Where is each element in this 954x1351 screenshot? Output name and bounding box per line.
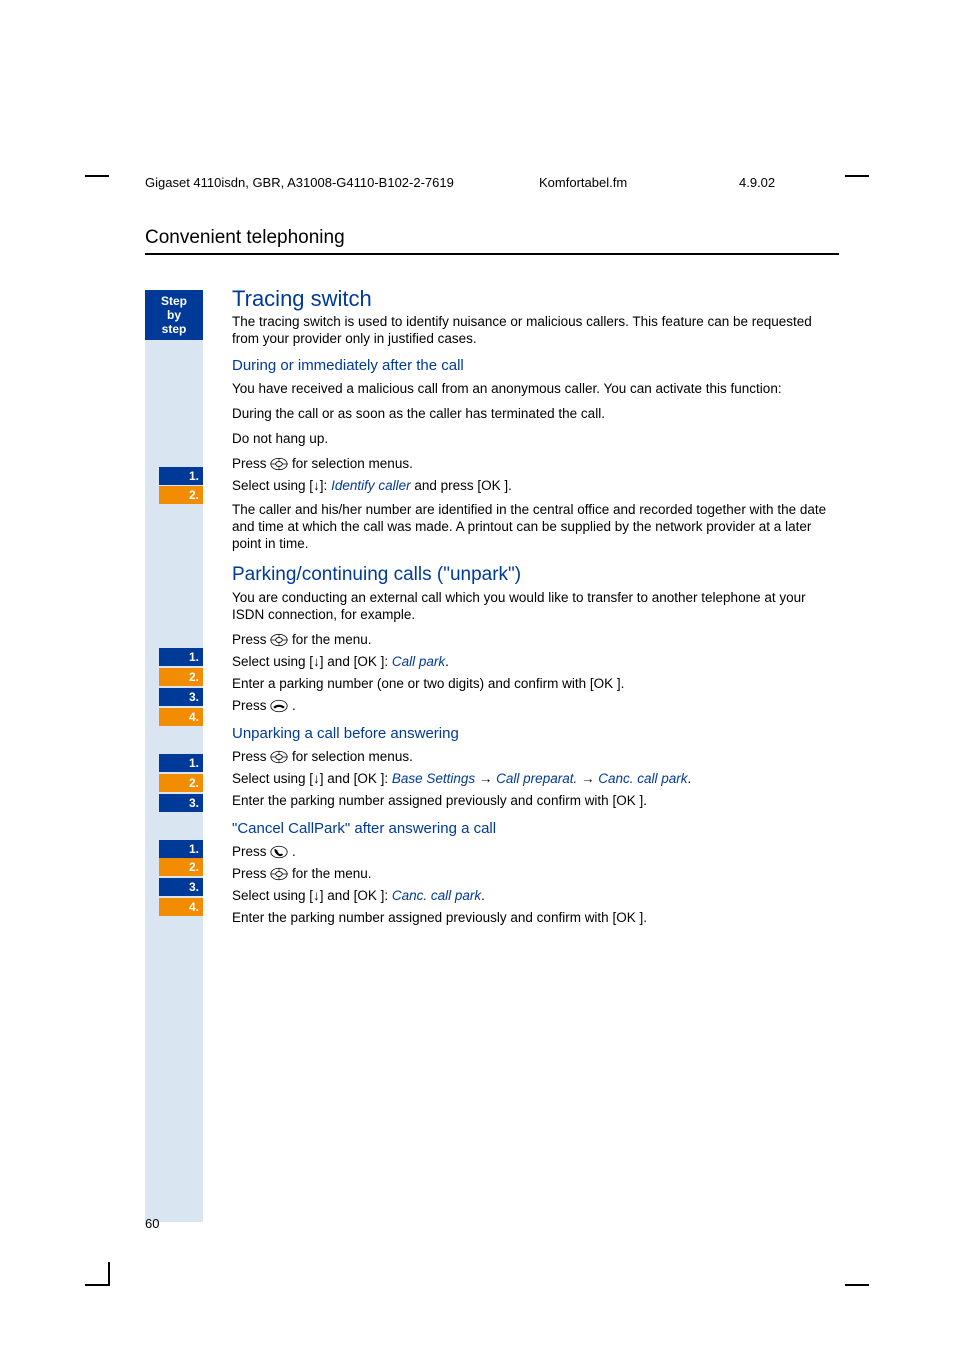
step-number-badge: 1. [159,467,203,485]
menu-item-label: Base Settings [392,771,475,786]
step-number-badge: 4. [159,708,203,726]
step-line: Press . [232,697,839,715]
header-filename: Komfortabel.fm [539,175,739,190]
heading-tracing-switch: Tracing switch [232,290,839,307]
text: Press [232,844,270,859]
arrow-down-icon: ↓ [313,654,320,669]
paragraph: The tracing switch is used to identify n… [232,313,839,347]
step-badge-line: step [145,322,203,336]
arrow-down-icon: ↓ [313,478,320,493]
step-badge-line: by [145,308,203,322]
text: . [288,698,296,713]
paragraph: During the call or as soon as the caller… [232,405,839,422]
nav-button-icon [270,633,288,647]
call-button-icon [270,845,288,859]
step-number-badge: 1. [159,754,203,772]
step-number-badge: 3. [159,794,203,812]
text: Select using [ [232,654,313,669]
text: Select using [ [232,478,313,493]
step-line: Enter the parking number assigned previo… [232,909,839,927]
text: . [288,844,296,859]
step-number-badge: 1. [159,840,203,858]
step-number-badge: 1. [159,648,203,666]
step-by-step-badge: Step by step [145,290,203,340]
text: Select using [ [232,771,313,786]
text: . [445,654,449,669]
text: for the menu. [288,632,371,647]
step-line: Press for selection menus. [232,748,839,766]
text: for the menu. [288,866,371,881]
text: → [577,771,598,786]
step-number-badge: 4. [159,898,203,916]
step-line: Enter the parking number assigned previo… [232,792,839,810]
step-line: Select using [↓] and [OK ]: Canc. call p… [232,887,839,905]
crop-mark [85,1284,109,1286]
text: Press [232,456,270,471]
menu-item-label: Canc. call park [598,771,687,786]
text: ] and [OK ]: [320,771,392,786]
step-number-badge: 2. [159,668,203,686]
step-line: Select using [↓] and [OK ]: Call park. [232,653,839,671]
subheading: Unparking a call before answering [232,725,839,742]
subheading: "Cancel CallPark" after answering a call [232,820,839,837]
sidebar: Step by step 1. 2. 1. 2. 3. 4. 1. 2. 3. … [145,290,203,1222]
nav-button-icon [270,750,288,764]
step-number-badge: 3. [159,688,203,706]
main-content: Tracing switch The tracing switch is use… [232,290,839,931]
paragraph: You have received a malicious call from … [232,380,839,397]
step-line: Press for the menu. [232,631,839,649]
step-number-badge: 2. [159,858,203,876]
crop-mark [845,1284,869,1286]
text: Press [232,698,270,713]
crop-mark [85,175,109,177]
step-number-badge: 2. [159,486,203,504]
menu-item-label: Call park [392,654,445,669]
text: ]: [320,478,331,493]
arrow-down-icon: ↓ [313,771,320,786]
step-badge-line: Step [145,294,203,308]
hangup-button-icon [270,699,288,713]
menu-item-label: Call preparat. [496,771,577,786]
step-number-badge: 3. [159,878,203,896]
crop-mark [845,175,869,177]
text: Select using [ [232,888,313,903]
text: and press [OK ]. [411,478,512,493]
arrow-down-icon: ↓ [313,888,320,903]
step-line: Select using [↓]: Identify caller and pr… [232,477,839,495]
page-header: Gigaset 4110isdn, GBR, A31008-G4110-B102… [145,175,839,190]
nav-button-icon [270,867,288,881]
text: Press [232,866,270,881]
text: . [481,888,485,903]
crop-mark [108,1262,110,1286]
paragraph: Do not hang up. [232,430,839,447]
page-number: 60 [145,1216,159,1231]
text: for selection menus. [288,456,413,471]
step-line: Press for the menu. [232,865,839,883]
subheading: During or immediately after the call [232,357,839,374]
heading-parking: Parking/continuing calls ("unpark") [232,566,839,583]
step-line: Press for selection menus. [232,455,839,473]
text: . [688,771,692,786]
paragraph: The caller and his/her number are identi… [232,501,839,552]
text: for selection menus. [288,749,413,764]
menu-item-label: Canc. call park [392,888,481,903]
step-line: Enter a parking number (one or two digit… [232,675,839,693]
paragraph: You are conducting an external call whic… [232,589,839,623]
menu-item-label: Identify caller [331,478,411,493]
nav-button-icon [270,457,288,471]
text: ] and [OK ]: [320,654,392,669]
header-date: 4.9.02 [739,175,839,190]
step-line: Press . [232,843,839,861]
step-number-badge: 2. [159,774,203,792]
text: ] and [OK ]: [320,888,392,903]
section-title: Convenient telephoning [145,227,839,255]
text: Press [232,632,270,647]
step-line: Select using [↓] and [OK ]: Base Setting… [232,770,839,788]
text: Press [232,749,270,764]
header-doc-id: Gigaset 4110isdn, GBR, A31008-G4110-B102… [145,175,539,190]
text: → [475,771,496,786]
